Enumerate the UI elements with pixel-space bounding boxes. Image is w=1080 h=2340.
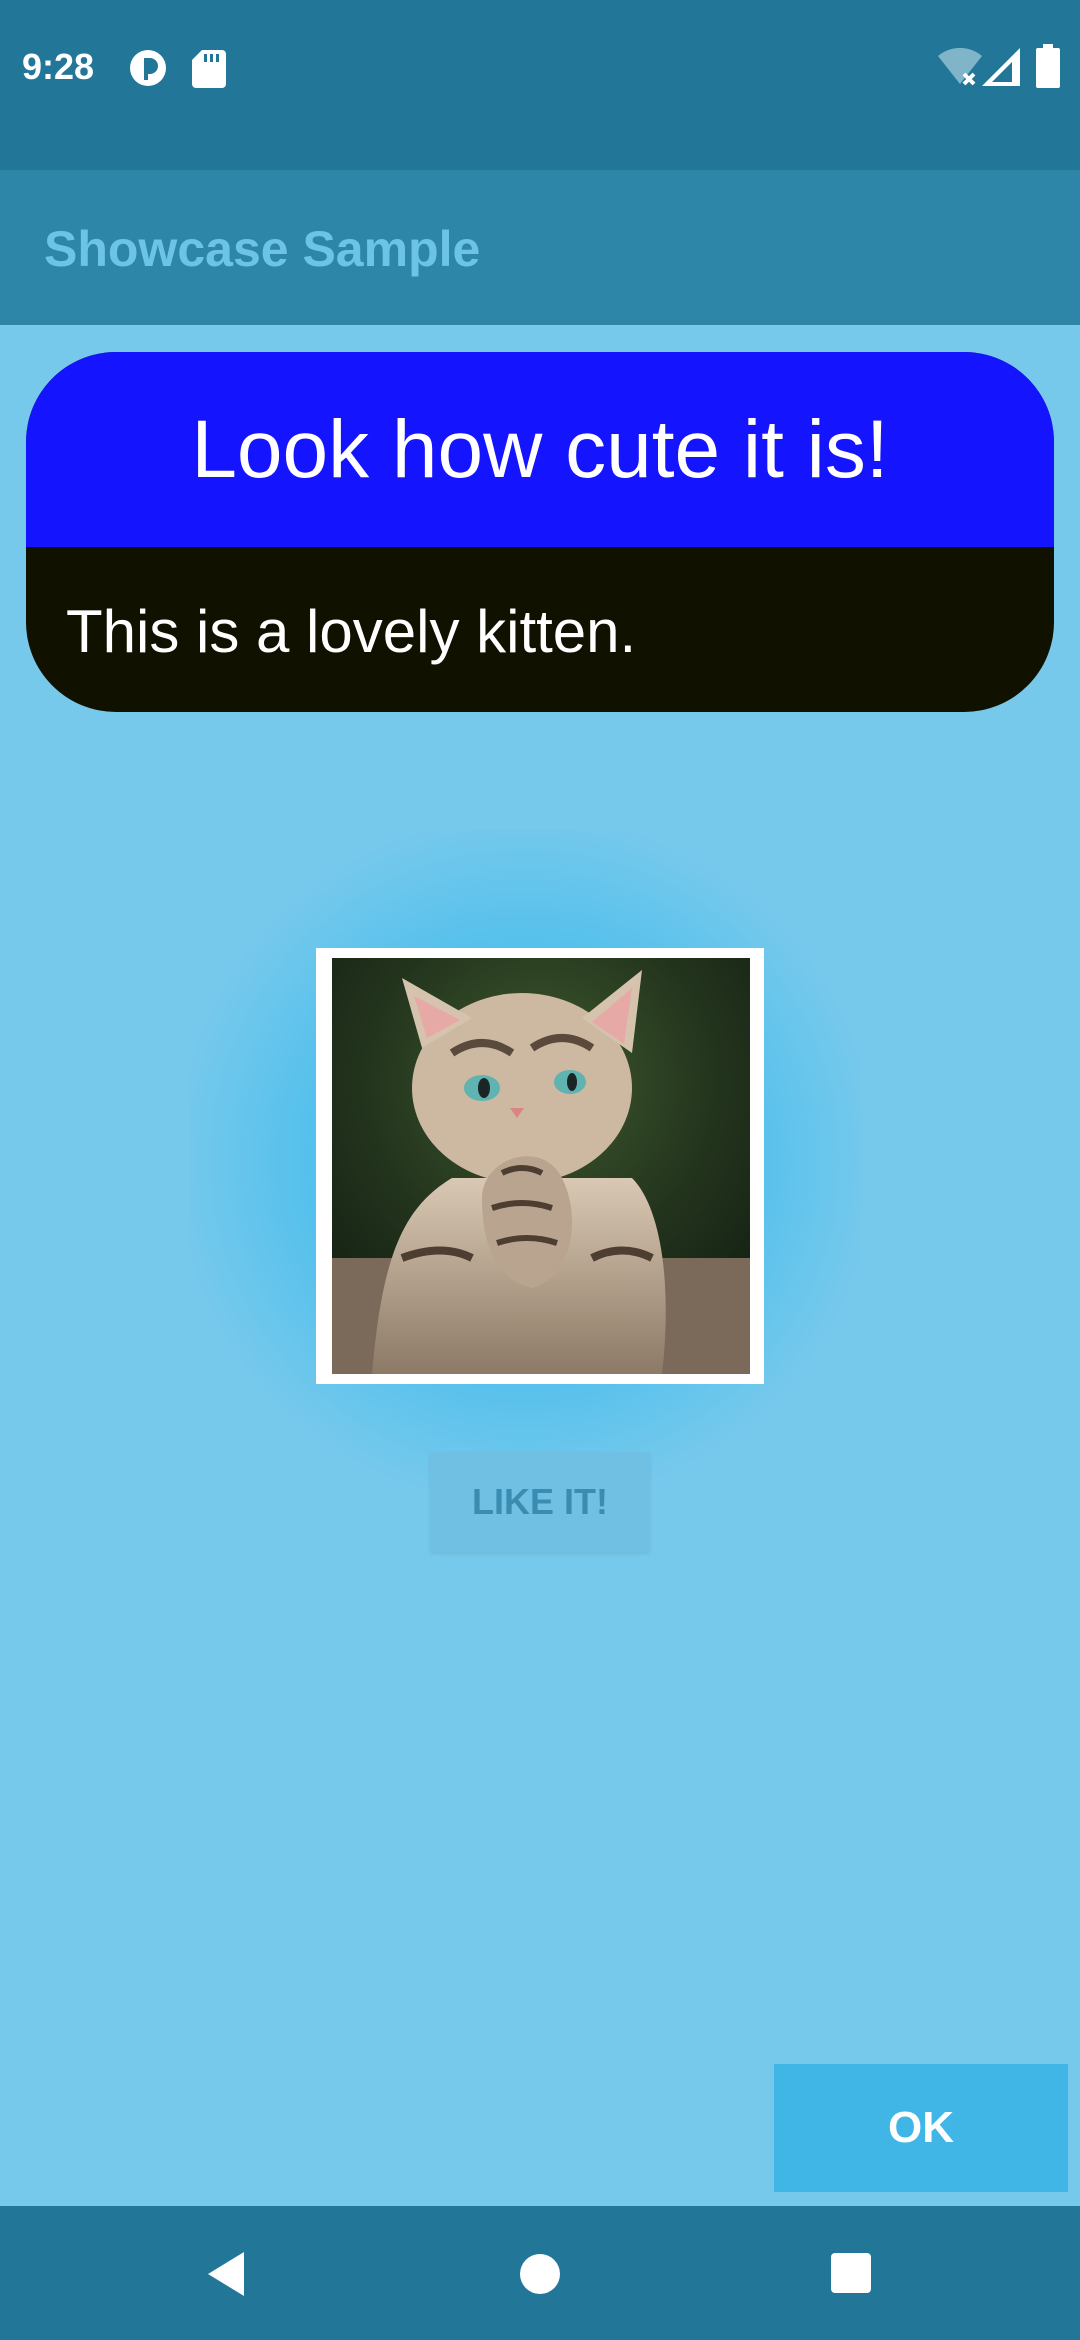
app-title: Showcase Sample: [44, 221, 481, 277]
battery-icon: [1036, 44, 1060, 88]
ok-button[interactable]: OK: [774, 2064, 1068, 2192]
home-icon[interactable]: [518, 2252, 562, 2296]
like-button[interactable]: LIKE IT!: [430, 1452, 650, 1552]
showcase-description: This is a lovely kitten.: [66, 598, 637, 665]
cell-signal-icon: [982, 48, 1020, 86]
showcase-tooltip: Look how cute it is! This is a lovely ki…: [26, 352, 1054, 712]
back-icon[interactable]: [204, 2250, 248, 2298]
showcase-title: Look how cute it is!: [26, 352, 1054, 547]
kitten-image: [332, 958, 750, 1374]
status-bar: 9:28: [0, 0, 1080, 170]
nav-bar: [0, 2206, 1080, 2340]
status-time: 9:28: [22, 46, 95, 87]
sd-card-icon: [192, 50, 226, 88]
recents-icon[interactable]: [830, 2252, 872, 2294]
wifi-off-icon: [938, 48, 982, 86]
kitten-image-frame[interactable]: [316, 948, 764, 1384]
circle-notification-icon: [130, 50, 166, 86]
